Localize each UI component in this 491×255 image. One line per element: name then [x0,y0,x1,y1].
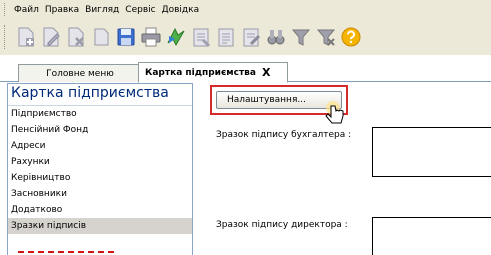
edit-button[interactable] [40,24,62,50]
copy-icon [94,28,109,46]
document-edit-icon [243,28,261,47]
save-icon [117,28,135,46]
menu-grip [4,3,7,16]
signature-samples-panel: Налаштування... Зразок підпису бухгалтер… [200,83,491,255]
nav-item-signature-samples[interactable]: Зразки підписів [8,218,192,234]
print-button[interactable] [140,24,162,50]
toolbar [0,19,491,55]
tab-company-card-label: Картка підприємства [145,67,256,78]
director-signature-label: Зразок підпису директора : [216,220,348,230]
nav-item-management[interactable]: Керівництво [8,170,192,186]
add-icon [18,27,34,47]
tab-strip: Головне меню Картка підприємства X [0,55,491,83]
tab-company-card[interactable]: Картка підприємства X [138,62,288,83]
nav-item-additional[interactable]: Додатково [8,202,192,218]
accountant-signature-label: Зразок підпису бухгалтера : [216,130,352,140]
nav-item-pension-fund[interactable]: Пенсійний Фонд [8,122,192,138]
refresh-button[interactable] [165,24,187,50]
save-button[interactable] [115,24,137,50]
document-list-button[interactable] [215,24,237,50]
menu-file[interactable]: Файл [11,5,42,15]
clear-filter-button[interactable] [315,24,337,50]
delete-icon [68,27,84,47]
add-button[interactable] [15,24,37,50]
help-icon [341,27,361,47]
nav-item-company[interactable]: Підприємство [8,106,192,122]
menu-view[interactable]: Вигляд [82,5,122,15]
nav-item-founders[interactable]: Засновники [8,186,192,202]
close-icon[interactable]: X [262,66,270,79]
document-list-icon [218,28,234,47]
document-icon [193,28,211,48]
menu-edit[interactable]: Правка [42,5,82,15]
highlight-underline [18,251,114,253]
copy-button[interactable] [90,24,112,50]
accountant-signature-box[interactable] [372,127,491,177]
menu-service[interactable]: Сервіс [122,5,158,15]
tab-main-menu-label: Головне меню [46,68,114,79]
refresh-icon [167,27,185,47]
tab-main-menu[interactable]: Головне меню [18,64,142,82]
panel-title: Картка підприємства [8,84,192,106]
print-icon [141,27,161,47]
toolbar-grip [4,25,7,49]
binoculars-icon [267,30,285,45]
edit-icon [43,27,60,47]
search-button[interactable] [265,24,287,50]
document-button[interactable] [190,24,212,50]
director-signature-box[interactable] [372,217,491,255]
menu-help[interactable]: Довідка [159,5,203,15]
delete-button[interactable] [65,24,87,50]
document-edit-button[interactable] [240,24,262,50]
filter-icon [291,29,311,46]
menu-bar: Файл Правка Вигляд Сервіс Довідка [0,0,491,19]
filter-button[interactable] [290,24,312,50]
nav-item-accounts[interactable]: Рахунки [8,154,192,170]
help-button[interactable] [340,24,362,50]
company-card-nav: Картка підприємства Підприємство Пенсійн… [7,83,193,255]
clear-filter-icon [316,29,336,46]
cursor-hand-icon [325,101,344,124]
nav-item-addresses[interactable]: Адреси [8,138,192,154]
